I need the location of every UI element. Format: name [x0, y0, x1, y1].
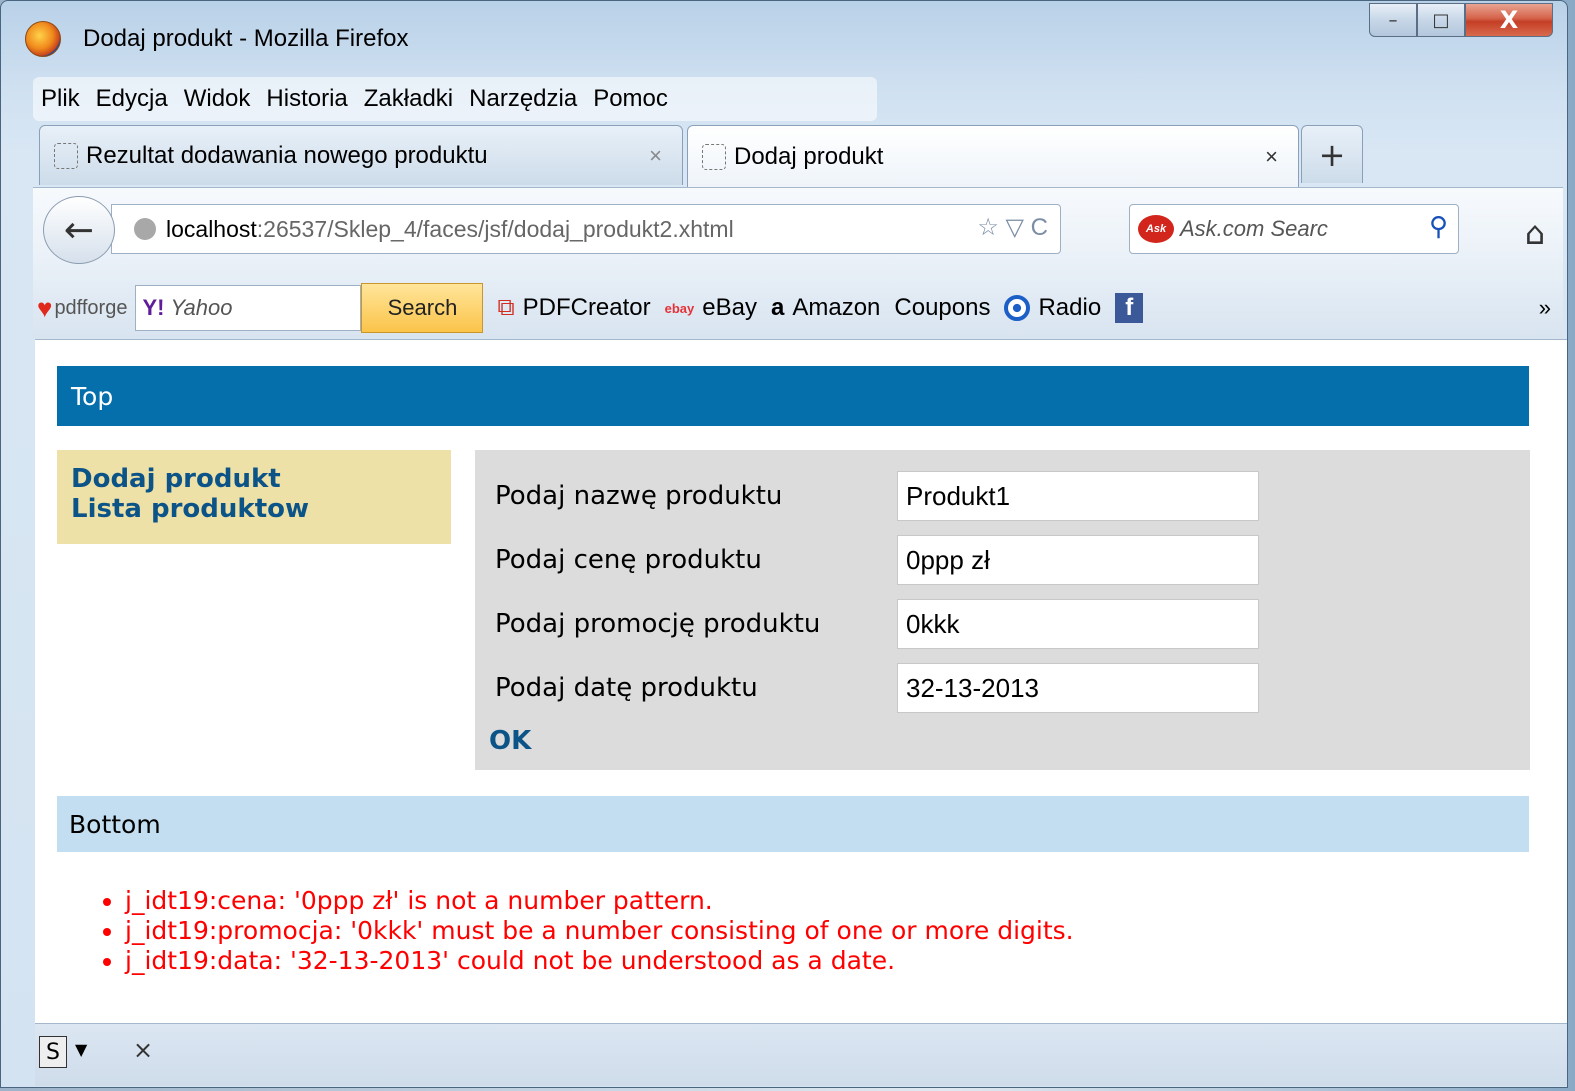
form-row-promo: Podaj promocję produktu — [495, 598, 1259, 650]
tab-strip: Rezultat dodawania nowego produktu × Dod… — [33, 125, 1567, 187]
price-field[interactable] — [897, 535, 1259, 585]
yahoo-logo-icon: Y! — [142, 295, 165, 320]
product-form: Podaj nazwę produktu Podaj cenę produktu… — [475, 450, 1530, 770]
price-label: Podaj cenę produktu — [495, 545, 762, 575]
window-controls: – □ X — [1369, 3, 1553, 41]
link-lista-produktow[interactable]: Lista produktow — [71, 494, 437, 524]
pdfforge-text: pdfforge — [54, 296, 128, 319]
tab-close-icon[interactable]: × — [649, 143, 662, 169]
tab-dodaj-produkt[interactable]: Dodaj produkt × — [687, 125, 1299, 187]
pdfforge-logo: ♥ pdfforge — [37, 293, 127, 324]
date-label: Podaj datę produktu — [495, 673, 758, 703]
maximize-button[interactable]: □ — [1417, 3, 1465, 37]
bookmark-label: Coupons — [894, 294, 991, 321]
bookmark-coupons[interactable]: Coupons — [894, 294, 990, 322]
tab-rezultat[interactable]: Rezultat dodawania nowego produktu × — [39, 125, 683, 185]
firefox-logo-icon — [25, 21, 61, 57]
dropdown-arrow-icon[interactable]: ▼ — [75, 1040, 87, 1059]
bookmark-label: Amazon — [792, 294, 881, 321]
menu-bar: Plik Edycja Widok Historia Zakładki Narz… — [33, 77, 877, 121]
menu-widok[interactable]: Widok — [176, 85, 259, 113]
ask-logo-icon: Ask — [1138, 215, 1174, 243]
navigation-toolbar: localhost :26537/Sklep_4/faces/jsf/dodaj… — [33, 187, 1563, 278]
facebook-icon: f — [1115, 293, 1144, 323]
bookmark-pdfcreator[interactable]: ⧉ PDFCreator — [497, 294, 650, 322]
page-content: Top Dodaj produkt Lista produktow Podaj … — [35, 339, 1567, 1024]
error-message: j_idt19:data: '32-13-2013' could not be … — [125, 946, 1074, 976]
bookmark-ebay[interactable]: ebay eBay — [665, 294, 757, 322]
tab-label: Rezultat dodawania nowego produktu — [86, 141, 488, 169]
form-row-price: Podaj cenę produktu — [495, 534, 1259, 586]
amazon-icon: a — [770, 294, 785, 321]
globe-icon — [134, 218, 156, 240]
name-label: Podaj nazwę produktu — [495, 481, 783, 511]
addon-s-icon[interactable]: S — [39, 1036, 67, 1068]
url-host: localhost — [166, 215, 257, 242]
search-input[interactable]: Ask Ask.com Searc ⚲ — [1129, 204, 1459, 254]
bookmark-label: PDFCreator — [522, 294, 651, 321]
yahoo-search-button[interactable]: Search — [361, 283, 484, 333]
menu-edycja[interactable]: Edycja — [88, 85, 176, 113]
more-bookmarks-icon[interactable]: » — [1539, 295, 1551, 321]
search-icon[interactable]: ⚲ — [1429, 211, 1448, 242]
close-button[interactable]: X — [1465, 3, 1553, 37]
error-list: j_idt19:cena: '0ppp zł' is not a number … — [105, 886, 1074, 976]
new-tab-button[interactable]: + — [1301, 125, 1363, 183]
ok-button[interactable]: OK — [489, 726, 531, 756]
error-message: j_idt19:promocja: '0kkk' must be a numbe… — [125, 916, 1074, 946]
link-dodaj-produkt[interactable]: Dodaj produkt — [71, 464, 437, 494]
menu-narzedzia[interactable]: Narzędzia — [461, 85, 585, 113]
bookmark-label: eBay — [702, 294, 757, 321]
promo-field[interactable] — [897, 599, 1259, 649]
menu-historia[interactable]: Historia — [258, 85, 355, 113]
menu-pomoc[interactable]: Pomoc — [585, 85, 676, 113]
bookmark-star-reload-icons[interactable]: ☆ ▽ C — [977, 213, 1048, 242]
page-favicon-icon — [54, 142, 78, 169]
close-icon[interactable]: × — [133, 1036, 153, 1064]
menu-plik[interactable]: Plik — [33, 85, 88, 113]
window-title: Dodaj produkt - Mozilla Firefox — [83, 25, 409, 52]
menu-zakladki[interactable]: Zakładki — [356, 85, 461, 113]
status-bar: S ▼ × — [35, 1023, 1567, 1086]
home-icon[interactable]: ⌂ — [1525, 214, 1545, 252]
pdf-icon: ⧉ — [497, 294, 515, 321]
bookmark-amazon[interactable]: a Amazon — [771, 294, 880, 322]
error-message: j_idt19:cena: '0ppp zł' is not a number … — [125, 886, 1074, 916]
form-row-date: Podaj datę produktu — [495, 662, 1259, 714]
title-bar: Dodaj produkt - Mozilla Firefox – □ X — [1, 1, 1567, 71]
minimize-button[interactable]: – — [1369, 3, 1417, 37]
ebay-icon: ebay — [664, 300, 695, 316]
page-favicon-icon — [702, 143, 726, 170]
promo-label: Podaj promocję produktu — [495, 609, 821, 639]
bookmark-facebook[interactable]: f — [1115, 293, 1144, 323]
radio-icon — [1004, 295, 1031, 321]
form-row-name: Podaj nazwę produktu — [495, 470, 1259, 522]
tab-close-icon[interactable]: × — [1265, 144, 1278, 170]
name-field[interactable] — [897, 471, 1259, 521]
url-bar[interactable]: localhost :26537/Sklep_4/faces/jsf/dodaj… — [111, 204, 1061, 254]
date-field[interactable] — [897, 663, 1259, 713]
pdfforge-icon: ♥ — [37, 292, 53, 323]
yahoo-search-input[interactable]: Y! Yahoo — [135, 285, 362, 331]
bookmark-label: Radio — [1038, 294, 1102, 321]
bookmarks-toolbar: ♥ pdfforge Y! Yahoo Search ⧉ PDFCreator eb… — [33, 277, 1563, 339]
back-button[interactable]: ← — [43, 196, 115, 264]
browser-window: Dodaj produkt - Mozilla Firefox – □ X Pl… — [0, 0, 1568, 1088]
search-placeholder: Ask.com Searc — [1180, 216, 1328, 241]
page-header: Top — [57, 366, 1529, 426]
side-menu: Dodaj produkt Lista produktow — [57, 450, 451, 544]
yahoo-text: Yahoo — [170, 295, 233, 320]
bookmark-radio[interactable]: Radio — [1004, 294, 1101, 322]
tab-label: Dodaj produkt — [734, 142, 884, 170]
page-footer: Bottom — [57, 796, 1529, 852]
url-path: :26537/Sklep_4/faces/jsf/dodaj_produkt2.… — [256, 215, 734, 242]
